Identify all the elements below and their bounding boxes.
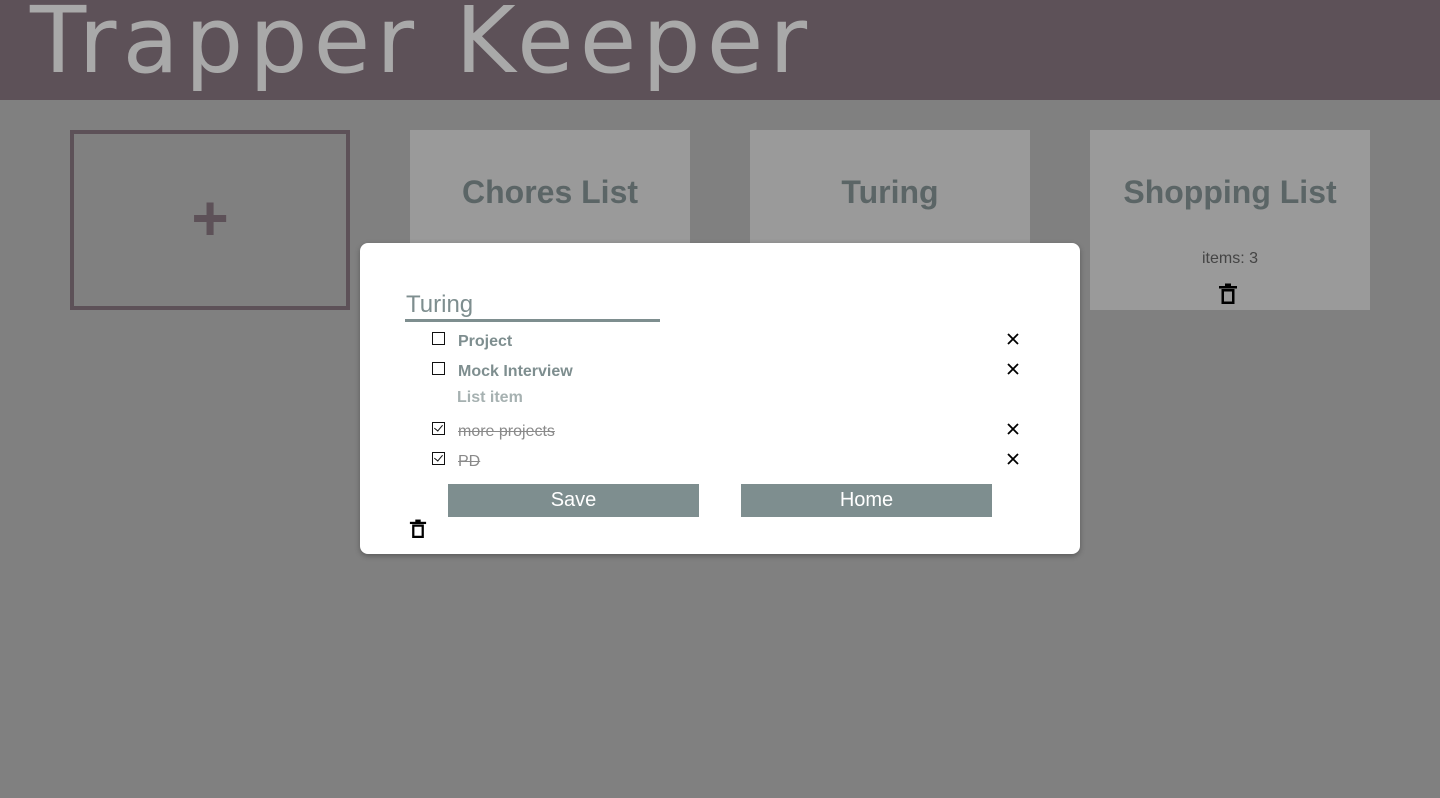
close-icon[interactable]	[1006, 422, 1020, 436]
home-button[interactable]: Home	[741, 484, 992, 517]
check-icon	[434, 452, 443, 462]
list-item: Mock Interview	[360, 360, 1080, 390]
list-card-shopping[interactable]: Shopping List items: 3	[1090, 130, 1370, 310]
trash-icon[interactable]	[409, 519, 427, 539]
close-icon[interactable]	[1006, 332, 1020, 346]
app-header: Trapper Keeper	[0, 0, 1440, 100]
close-icon[interactable]	[1006, 452, 1020, 466]
item-checkbox-checked[interactable]	[432, 452, 445, 465]
card-title: Turing	[841, 174, 939, 210]
new-item-input[interactable]	[457, 387, 697, 409]
card-title: Shopping List	[1123, 174, 1337, 210]
close-icon[interactable]	[1006, 362, 1020, 376]
check-icon	[434, 422, 443, 432]
add-list-card[interactable]: +	[70, 130, 350, 310]
item-text[interactable]: more projects	[458, 423, 555, 441]
list-item-completed: PD	[360, 450, 1080, 480]
item-text[interactable]: Project	[458, 333, 512, 351]
item-checkbox-checked[interactable]	[432, 422, 445, 435]
trash-icon[interactable]	[1218, 283, 1238, 305]
save-button[interactable]: Save	[448, 484, 699, 517]
card-title: Chores List	[461, 174, 639, 210]
app-title: Trapper Keeper	[30, 0, 814, 94]
item-text[interactable]: Mock Interview	[458, 363, 573, 381]
item-text[interactable]: PD	[458, 453, 480, 471]
plus-icon: +	[191, 182, 229, 254]
list-item: Project	[360, 330, 1080, 360]
item-count: items: 3	[1201, 250, 1258, 267]
list-editor-modal: Project Mock Interview more projects PD …	[360, 243, 1080, 554]
item-checkbox[interactable]	[432, 332, 445, 345]
list-item-completed: more projects	[360, 420, 1080, 450]
item-checkbox[interactable]	[432, 362, 445, 375]
list-title-input[interactable]	[405, 290, 660, 322]
